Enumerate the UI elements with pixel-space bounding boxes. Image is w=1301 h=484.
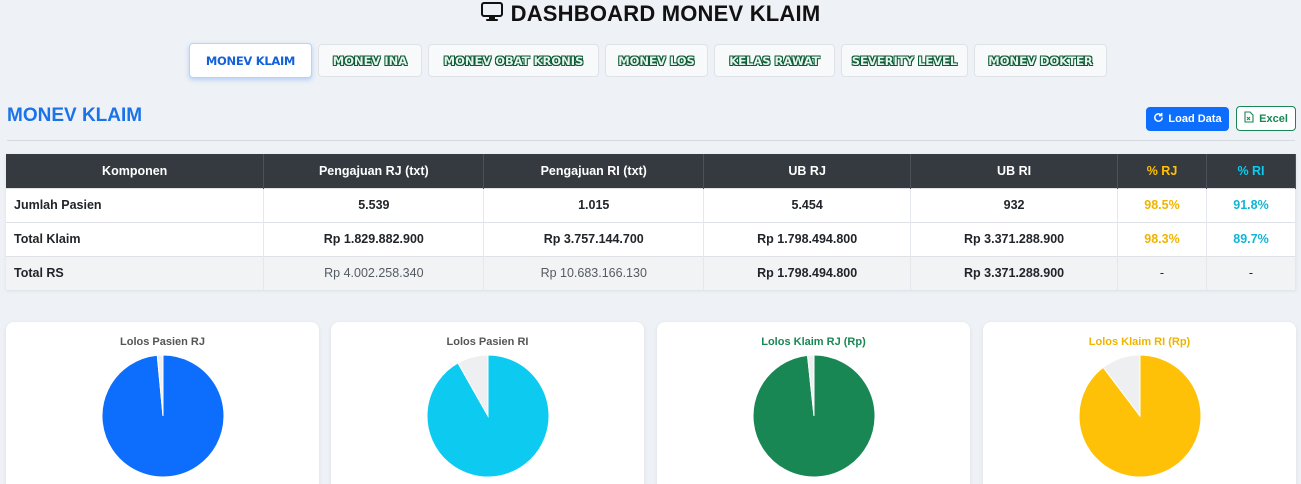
table-cell: Total RS [6,255,265,290]
chart-card-lolos-pasien-ri: Lolos Pasien RI [331,322,644,484]
pie-chart[interactable] [101,354,225,478]
table-cell: 932 [910,187,1119,222]
table-cell: - [1117,255,1207,290]
header-pct-ri: % RI [1206,154,1297,188]
table-cell: Rp 3.371.288.900 [910,255,1119,290]
tab-monev-klaim[interactable]: MONEV KLAIM [189,43,312,78]
tab-bar: MONEV KLAIM MONEV INA MONEV OBAT KRONIS … [0,43,1301,79]
page-title: DASHBOARD MONEV KLAIM [510,1,821,26]
table-cell: Jumlah Pasien [6,187,265,222]
pie-chart[interactable] [1078,354,1202,478]
monev-table: Komponen Pengajuan RJ (txt) Pengajuan RI… [6,154,1297,290]
table-row: Total RS Rp 4.002.258.340 Rp 10.683.166.… [6,255,1297,290]
excel-button[interactable]: Excel [1236,106,1296,131]
tab-monev-los[interactable]: MONEV LOS [605,44,708,77]
excel-label: Excel [1259,112,1288,125]
table-cell: Rp 10.683.166.130 [483,255,705,290]
table-cell: 5.539 [263,187,485,222]
pie-chart[interactable] [426,354,550,478]
table-cell: 89.7% [1206,221,1297,256]
table-row: Jumlah Pasien 5.539 1.015 5.454 932 98.5… [6,187,1297,222]
tab-kelas-rawat[interactable]: KELAS RAWAT [714,44,835,77]
chart-card-lolos-pasien-rj: Lolos Pasien RJ [6,322,319,484]
chart-title: Lolos Klaim RJ (Rp) [761,336,866,348]
table-cell: Rp 4.002.258.340 [263,255,485,290]
table-cell: Rp 1.798.494.800 [703,221,912,256]
table-cell: 5.454 [703,187,912,222]
table-cell: 1.015 [483,187,705,222]
header-ub-rj: UB RJ [703,154,912,188]
refresh-icon [1153,112,1164,126]
load-data-label: Load Data [1168,113,1222,125]
chart-title: Lolos Pasien RI [446,336,529,348]
table-cell: Rp 1.829.882.900 [263,221,485,256]
table-header-row: Komponen Pengajuan RJ (txt) Pengajuan RI… [6,154,1297,188]
header-ub-ri: UB RI [910,154,1119,188]
header-pengajuan-ri: Pengajuan RI (txt) [483,154,705,188]
table-cell: Rp 3.371.288.900 [910,221,1119,256]
chart-title: Lolos Pasien RJ [120,336,205,348]
pie-chart[interactable] [752,354,876,478]
table-row: Total Klaim Rp 1.829.882.900 Rp 3.757.14… [6,221,1297,256]
header-komponen: Komponen [6,154,265,188]
table-cell: - [1206,255,1297,290]
chart-card-lolos-klaim-rj: Lolos Klaim RJ (Rp) [657,322,970,484]
tab-severity-level[interactable]: SEVERITY LEVEL [841,44,968,77]
section-divider [7,140,1295,141]
table-cell: Rp 3.757.144.700 [483,221,705,256]
table-cell: 98.3% [1117,221,1207,256]
monitor-icon [480,1,503,27]
tab-monev-dokter[interactable]: MONEV DOKTER [974,44,1107,77]
chart-card-lolos-klaim-ri: Lolos Klaim RI (Rp) [983,322,1296,484]
load-data-button[interactable]: Load Data [1146,107,1229,131]
tab-monev-ina[interactable]: MONEV INA [318,44,422,77]
chart-title: Lolos Klaim RI (Rp) [1088,336,1191,348]
table-cell: Total Klaim [6,221,265,256]
excel-file-icon [1244,111,1254,126]
page-header: DASHBOARD MONEV KLAIM [0,0,1301,28]
header-pengajuan-rj: Pengajuan RJ (txt) [263,154,485,188]
table-cell: 91.8% [1206,187,1297,222]
header-pct-rj: % RJ [1117,154,1207,188]
table-cell: 98.5% [1117,187,1207,222]
tab-monev-obat-kronis[interactable]: MONEV OBAT KRONIS [428,44,599,77]
section-title: MONEV KLAIM [7,105,143,126]
table-cell: Rp 1.798.494.800 [703,255,912,290]
